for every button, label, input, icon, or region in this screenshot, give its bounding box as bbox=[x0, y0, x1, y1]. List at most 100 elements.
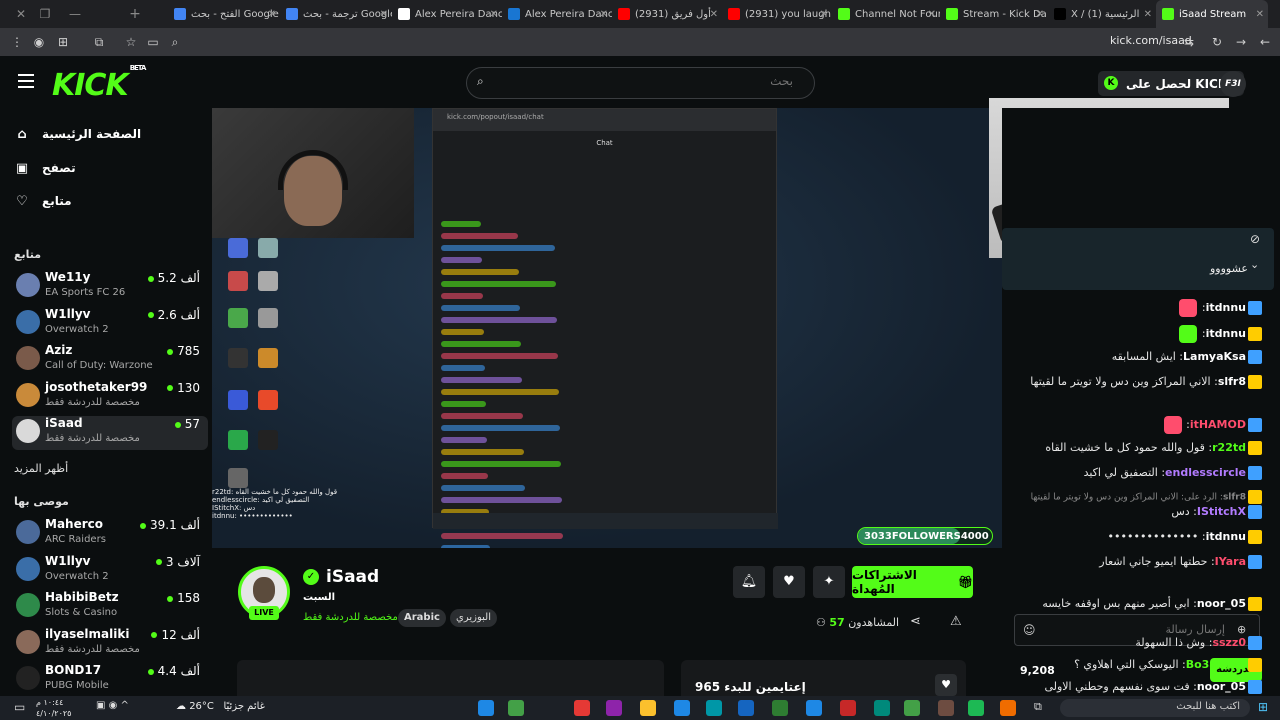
taskbar-app-icon[interactable] bbox=[606, 700, 622, 716]
system-clock[interactable]: ١٠:٤٤ م ٤/١٠/٢٠٢٥ bbox=[36, 697, 71, 719]
minimize-window-icon[interactable]: — bbox=[60, 7, 90, 21]
nav-following[interactable]: ♡ متابع bbox=[14, 191, 71, 211]
tag-secondary[interactable]: البوزيري bbox=[450, 609, 497, 627]
chat-message[interactable]: noor_05: ابي أصير منهم بس اوقفه خايسه bbox=[1012, 597, 1262, 611]
taskbar-app-icon[interactable] bbox=[674, 700, 690, 716]
hide-pinned-icon[interactable]: ⊘ bbox=[1250, 232, 1260, 246]
hamburger-menu-icon[interactable] bbox=[18, 74, 34, 88]
task-view-icon[interactable]: ⧉ bbox=[1034, 700, 1042, 714]
chat-message[interactable]: Bo3abdzx: اليوسكي التي اهلاوي ؟ bbox=[1012, 658, 1262, 672]
report-icon[interactable]: ⚠ bbox=[950, 614, 962, 629]
taskbar-app-icon[interactable] bbox=[1000, 700, 1016, 716]
chat-username[interactable]: endlesscircle bbox=[1165, 466, 1246, 479]
gift-subscriptions-button[interactable]: الاشتراكات المُهداة 🎁︎ bbox=[852, 566, 973, 598]
tray-icons[interactable]: ▣ ◉ ^ bbox=[96, 700, 129, 711]
chat-message[interactable]: slfr8: الاني المراكز وين دس ولا تويتر ما… bbox=[1012, 375, 1262, 389]
chat-username[interactable]: itdnnu bbox=[1206, 530, 1246, 543]
sidebar-channel-isaad[interactable]: iSaad مخصصة للدردشة فقط 57 bbox=[12, 416, 208, 450]
profile-icon[interactable]: ◉ bbox=[28, 35, 50, 49]
browser-tab[interactable]: (2931) you laugh ✕ bbox=[722, 0, 832, 28]
browser-tab[interactable]: ترجمة - بحث Google✕ bbox=[280, 0, 392, 28]
chat-message[interactable]: LamyaKsa: ايش المسابقه bbox=[1012, 350, 1262, 364]
sidebar-channel-aziz[interactable]: Aziz Call of Duty: Warzone 785 bbox=[12, 343, 208, 377]
kick-emote-icon[interactable]: ⊕ bbox=[1237, 623, 1246, 636]
chat-message[interactable]: itdnnu: bbox=[1012, 325, 1262, 343]
taskbar-app-icon[interactable] bbox=[478, 700, 494, 716]
emoji-icon[interactable]: ☺ bbox=[1023, 623, 1036, 637]
chat-message[interactable]: IYara: حطتها ايميو جاني اشعار bbox=[1012, 555, 1262, 569]
chat-message[interactable]: endlesscircle: التصفيق لي اكيد bbox=[1012, 466, 1262, 480]
sidebar-channel-w1llyv[interactable]: W1llyv Overwatch 2 2.6 ألف bbox=[12, 307, 208, 341]
chat-username[interactable]: r22td bbox=[1212, 441, 1246, 454]
tab-search-icon[interactable]: ▭ bbox=[142, 35, 164, 49]
taskbar-app-icon[interactable] bbox=[738, 700, 754, 716]
taskbar-app-icon[interactable] bbox=[508, 700, 524, 716]
sidebar-channel-bond17[interactable]: BOND17 PUBG Mobile 4.4 ألف bbox=[12, 663, 208, 696]
tab-close-icon[interactable]: ✕ bbox=[820, 9, 828, 20]
sidebar-channel-josothetaker99[interactable]: josothetaker99 مخصصة للدردشة فقط 130 bbox=[12, 380, 208, 414]
chat-message[interactable]: itdnnu: bbox=[1012, 299, 1262, 317]
back-icon[interactable]: ← bbox=[1254, 35, 1276, 49]
sidebar-channel-we11y[interactable]: We11y EA Sports FC 26 5.2 ألف bbox=[12, 270, 208, 304]
tab-close-icon[interactable]: ✕ bbox=[268, 9, 276, 20]
start-icon[interactable]: ⊞ bbox=[1258, 700, 1268, 714]
browser-tab[interactable]: Alex Pereira Danc ✕ bbox=[392, 0, 502, 28]
chat-username[interactable]: sszz0 bbox=[1212, 636, 1246, 649]
tab-close-icon[interactable]: ✕ bbox=[710, 9, 718, 20]
kick-logo[interactable]: KICK BETA bbox=[52, 64, 146, 103]
taskbar-app-icon[interactable] bbox=[806, 700, 822, 716]
chat-username[interactable]: IStitchX bbox=[1197, 505, 1246, 518]
tag-arabic[interactable]: Arabic bbox=[398, 609, 446, 627]
site-info-icon[interactable]: ⇆ bbox=[1178, 35, 1200, 49]
puzzle-icon[interactable]: ⧉ bbox=[88, 35, 110, 50]
chat-message[interactable]: itHAMOD: bbox=[1012, 416, 1262, 434]
tab-close-icon[interactable]: ✕ bbox=[1144, 9, 1152, 20]
tab-close-icon[interactable]: ✕ bbox=[600, 9, 608, 20]
chat-username[interactable]: itdnnu bbox=[1206, 301, 1246, 314]
taskbar-app-icon[interactable] bbox=[772, 700, 788, 716]
chat-message[interactable]: slfr8: الرد على: الاني المراكز وين دس ول… bbox=[1012, 490, 1262, 504]
taskbar-app-icon[interactable] bbox=[574, 700, 590, 716]
nav-home[interactable]: ⌂ الصفحة الرئيسية bbox=[14, 124, 141, 144]
browser-tab[interactable]: الفتح - بحث Google ✕ bbox=[168, 0, 280, 28]
video-player[interactable]: kick.com/popout/isaad/chat Chat r22td: ق… bbox=[212, 108, 1002, 548]
browser-tab[interactable]: iSaad Stream ✕ bbox=[1156, 0, 1268, 28]
new-tab-icon[interactable]: + bbox=[120, 6, 150, 22]
maximize-window-icon[interactable]: ❐ bbox=[30, 7, 60, 21]
nav-browse[interactable]: ▣ تصفح bbox=[14, 158, 76, 178]
pinned-message[interactable]: ⊘ ⌄ عشوووو bbox=[1002, 228, 1274, 290]
taskbar-app-icon[interactable] bbox=[706, 700, 722, 716]
notification-bell-button[interactable]: 🔔︎ bbox=[733, 566, 765, 598]
tab-close-icon[interactable]: ✕ bbox=[1036, 9, 1044, 20]
user-avatar[interactable]: F3I bbox=[1220, 71, 1246, 97]
sparkle-button[interactable]: ✦ bbox=[813, 566, 845, 598]
chat-username[interactable]: itdnnu bbox=[1206, 327, 1246, 340]
taskbar-app-icon[interactable] bbox=[640, 700, 656, 716]
browser-tab[interactable]: Channel Not Foun ✕ bbox=[832, 0, 940, 28]
bookmark-star-icon[interactable]: ☆ bbox=[120, 35, 142, 49]
chat-input[interactable] bbox=[1045, 623, 1225, 636]
chat-username[interactable]: noor_05 bbox=[1197, 680, 1246, 693]
tab-close-icon[interactable]: ✕ bbox=[928, 9, 936, 20]
chat-username[interactable]: LamyaKsa bbox=[1183, 350, 1246, 363]
forward-icon[interactable]: → bbox=[1230, 35, 1252, 49]
browser-tab[interactable]: Alex Pereira Danc ✕ bbox=[502, 0, 612, 28]
chat-username[interactable]: itHAMOD bbox=[1190, 418, 1246, 431]
search-input[interactable] bbox=[493, 74, 793, 88]
chat-username[interactable]: IYara bbox=[1215, 555, 1246, 568]
chat-message[interactable]: itdnnu: •••••••••••••• bbox=[1012, 530, 1262, 544]
heart-small-icon[interactable]: ♥ bbox=[935, 674, 957, 696]
taskbar-search[interactable]: اكتب هنا للبحث bbox=[1060, 699, 1250, 717]
taskbar-app-icon[interactable] bbox=[938, 700, 954, 716]
taskbar-app-icon[interactable] bbox=[968, 700, 984, 716]
chat-username[interactable]: slfr8 bbox=[1223, 493, 1246, 503]
sidebar-channel-ilyaselmaliki[interactable]: ilyaselmaliki مخصصة للدردشة فقط 12 ألف bbox=[12, 627, 208, 661]
notifications-icon[interactable]: ▭ bbox=[14, 700, 25, 714]
zoom-icon[interactable]: ⌕ bbox=[164, 35, 186, 50]
menu-dots-icon[interactable]: ⋮ bbox=[6, 35, 28, 49]
sidebar-channel-w1llyv[interactable]: W1llyv Overwatch 2 3 آلاف bbox=[12, 554, 208, 588]
tab-close-icon[interactable]: ✕ bbox=[1256, 9, 1264, 20]
browser-tab[interactable]: (2931) أول فريق ✕ bbox=[612, 0, 722, 28]
chat-username[interactable]: slfr8 bbox=[1218, 375, 1246, 388]
browser-tab[interactable]: Stream - Kick Da ✕ bbox=[940, 0, 1048, 28]
